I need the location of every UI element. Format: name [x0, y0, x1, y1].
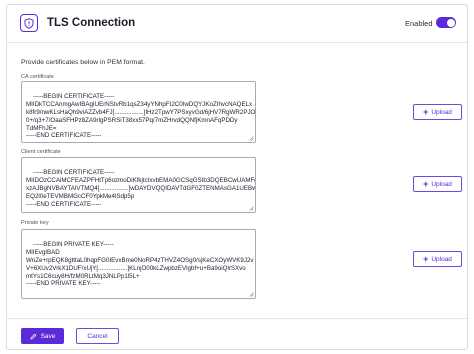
ca-certificate-label: CA certificate — [21, 74, 54, 80]
resize-grip-icon[interactable] — [249, 292, 254, 297]
shield-icon — [20, 14, 38, 32]
private-key-value: -----BEGIN PRIVATE KEY----- MIIEvgIBAD W… — [26, 240, 254, 288]
client-certificate-upload-button[interactable]: + Upload — [413, 176, 462, 192]
private-key-label: Private key — [21, 220, 49, 226]
plus-icon: + — [423, 178, 429, 189]
card-header: TLS Connection Enabled — [7, 5, 467, 43]
upload-label: Upload — [431, 180, 452, 188]
resize-grip-icon[interactable] — [249, 136, 254, 141]
ca-certificate-value: -----BEGIN CERTIFICATE----- MIIDkTCCAnmg… — [26, 92, 256, 140]
private-key-textarea[interactable]: -----BEGIN PRIVATE KEY----- MIIEvgIBAD W… — [21, 229, 256, 299]
save-label: Save — [40, 332, 56, 340]
enabled-label: Enabled — [405, 19, 433, 28]
cancel-label: Cancel — [87, 332, 108, 340]
ca-certificate-upload-button[interactable]: + Upload — [413, 104, 462, 120]
private-key-upload-button[interactable]: + Upload — [413, 251, 462, 267]
toggle-knob — [446, 18, 455, 27]
plus-icon: + — [423, 106, 429, 117]
page-title: TLS Connection — [47, 17, 136, 29]
client-certificate-label: Client certificate — [21, 149, 61, 155]
intro-text: Provide certificates below in PEM format… — [21, 59, 145, 66]
client-certificate-textarea[interactable]: -----BEGIN CERTIFICATE----- MIIDOzCCAiMC… — [21, 157, 256, 213]
client-certificate-value: -----BEGIN CERTIFICATE----- MIIDOzCCAiMC… — [26, 168, 256, 208]
plus-icon: + — [423, 253, 429, 264]
card-footer: Save Cancel — [7, 318, 467, 351]
resize-grip-icon[interactable] — [249, 206, 254, 211]
enabled-toggle[interactable] — [436, 17, 456, 28]
pencil-icon — [30, 333, 36, 339]
cancel-button[interactable]: Cancel — [76, 328, 119, 344]
tls-connection-card: TLS Connection Enabled Provide certifica… — [6, 4, 468, 350]
upload-label: Upload — [431, 108, 452, 116]
save-button[interactable]: Save — [21, 328, 64, 344]
upload-label: Upload — [431, 255, 452, 263]
ca-certificate-textarea[interactable]: -----BEGIN CERTIFICATE----- MIIDkTCCAnmg… — [21, 81, 256, 143]
